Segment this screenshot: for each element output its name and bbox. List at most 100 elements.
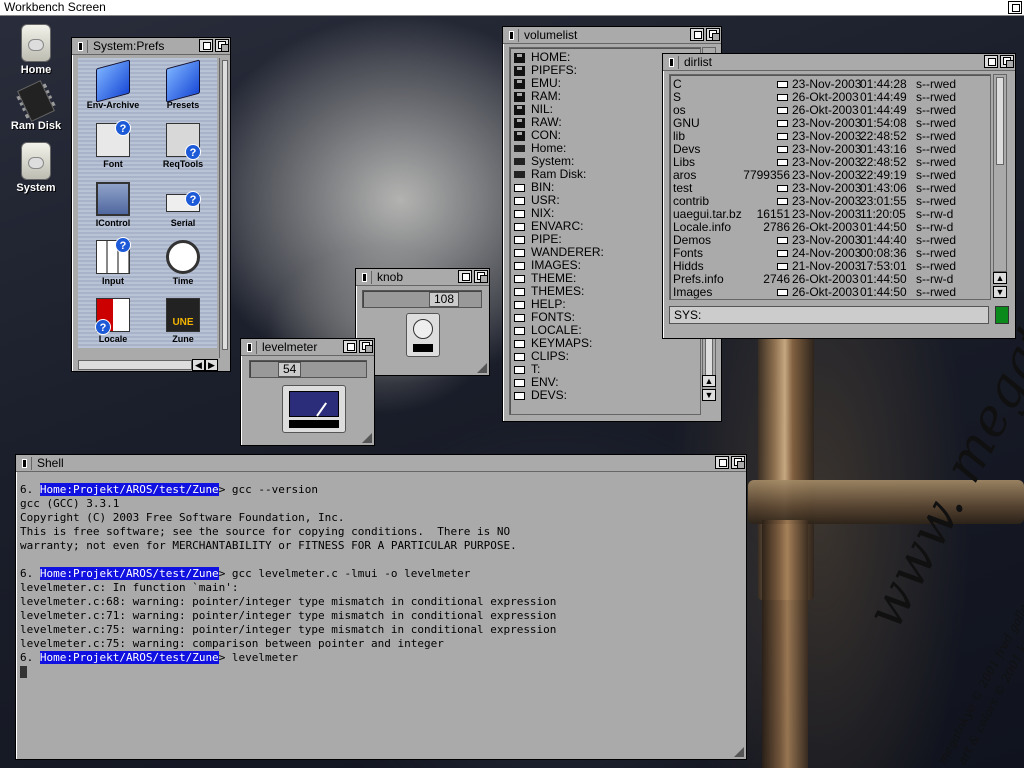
dirlist-scrollbar[interactable] [993,74,1007,272]
wallpaper-sword-handle [762,520,808,768]
file-date: 21-Nov-2003 [792,259,862,273]
file-name: test [673,182,693,195]
directory-list[interactable]: C 23-Nov-2003 01:44:28 s--rwed S 26-Okt-2003 0… [669,74,991,300]
path-input[interactable] [669,306,989,324]
volume-icon [514,171,525,178]
prefs-icon-locale[interactable]: ? Locale [78,298,148,344]
file-date: 23-Nov-2003 [792,155,862,169]
knob-dial[interactable] [406,313,440,357]
screen-title-bar[interactable]: Workbench Screen [0,0,1024,16]
input-icon: ? [96,237,131,274]
prefs-icon-input[interactable]: ? Input [78,237,148,286]
drawer-icon [777,120,788,127]
shell-console[interactable]: 6. Home:Projekt/AROS/test/Zune> gcc --ve… [20,477,744,755]
scroll-left-icon[interactable]: ◀ [192,359,205,371]
zoom-icon[interactable] [343,340,357,353]
prefs-icon-font[interactable]: ? Font [78,120,148,169]
prefs-icon-serial[interactable]: ? Serial [148,182,218,228]
prefs-titlebar[interactable]: System:Prefs [72,38,230,55]
dirlist-titlebar[interactable]: dirlist [663,54,1015,71]
volume-list-item[interactable]: DEVS: [510,389,700,402]
volumelist-titlebar[interactable]: volumelist [503,27,721,44]
drawer-icon [777,94,788,101]
assign-icon [514,196,525,205]
output-text: levelmeter.c:71: warning: pointer/intege… [20,609,557,622]
table-row[interactable]: Images 26-Okt-2003 01:44:50 s--rwed [670,286,990,299]
close-icon[interactable] [358,270,372,284]
desktop-icon-ramdisk[interactable]: Ram Disk [6,80,66,132]
depth-icon[interactable] [706,28,720,41]
scroll-down-icon[interactable]: ▼ [993,286,1007,298]
depth-icon[interactable] [731,456,745,469]
zoom-icon[interactable] [984,55,998,68]
resize-icon[interactable] [732,745,745,758]
prefs-window[interactable]: System:Prefs Env-Archive Presets ? Font … [71,37,231,372]
desktop-icon-system[interactable]: System [6,142,66,194]
file-name: os [673,104,686,117]
file-name: contrib [673,195,710,208]
shell-titlebar[interactable]: Shell [16,455,746,472]
scroll-knob[interactable] [222,60,228,350]
desktop-icon-label: Home [20,64,52,76]
desktop-icon-home[interactable]: Home [6,24,66,76]
drawer-icon [777,250,788,257]
knob-window[interactable]: knob 108 [355,268,490,376]
console-cursor-line [20,665,744,679]
prefs-icon-zune[interactable]: UNE Zune [148,298,218,344]
dirlist-window[interactable]: dirlist C 23-Nov-2003 01:44:28 s--rwed S 26-O… [662,53,1016,339]
file-name: Fonts [673,247,704,260]
zoom-icon[interactable] [458,270,472,283]
resize-icon[interactable] [360,431,373,444]
scroll-knob[interactable] [996,77,1004,165]
drawer-icon [777,133,788,140]
depth-icon[interactable] [359,340,373,353]
device-icon [514,130,525,141]
close-icon[interactable] [243,340,257,354]
volume-icon [514,145,525,152]
zoom-icon[interactable] [715,456,729,469]
file-name: Images [673,286,713,299]
zoom-icon[interactable] [690,28,704,41]
prefs-icon-icontrol[interactable]: IControl [78,182,148,228]
close-icon[interactable] [665,55,679,69]
prefs-icon-time[interactable]: Time [148,240,218,286]
file-size: 2746 [763,272,790,286]
prefs-vertical-scrollbar[interactable] [219,58,230,358]
close-icon[interactable] [18,456,32,470]
disk-icon [21,24,51,62]
file-date: 26-Okt-2003 [792,90,859,104]
scroll-up-icon[interactable]: ▲ [702,375,716,387]
resize-icon[interactable] [475,361,488,374]
depth-icon[interactable] [215,39,229,52]
prefs-icon-reqtools[interactable]: ? ReqTools [148,123,218,169]
scroll-knob[interactable] [705,338,713,378]
file-time: 11:20:05 [860,207,906,221]
device-icon [514,78,525,89]
file-protection: s--rw-d [916,272,954,286]
scroll-right-icon[interactable]: ▶ [205,359,218,371]
close-icon[interactable] [74,39,88,53]
scroll-up-icon[interactable]: ▲ [993,272,1007,284]
knob-titlebar[interactable]: knob [356,269,489,286]
prompt-number: 6. [20,651,34,664]
levelmeter-window[interactable]: levelmeter 54 [240,338,375,446]
shell-window[interactable]: Shell 6. Home:Projekt/AROS/test/Zune> gc… [15,454,747,760]
scroll-down-icon[interactable]: ▼ [702,389,716,401]
prefs-horizontal-scrollbar[interactable] [78,360,192,370]
prefs-icon-env-archive[interactable]: Env-Archive [78,59,148,110]
assign-icon [514,313,525,322]
screen-depth-icon[interactable] [1008,1,1022,14]
file-date: 23-Nov-2003 [792,129,862,143]
prefs-icon-presets[interactable]: Presets [148,59,218,110]
zoom-icon[interactable] [199,39,213,52]
levelmeter-titlebar[interactable]: levelmeter [241,339,374,356]
prefs-icon-label: Font [103,159,123,169]
prefs-icon-label: Locale [98,334,128,344]
close-icon[interactable] [505,28,519,42]
drawer-icon [777,107,788,114]
depth-icon[interactable] [1000,55,1014,68]
file-protection: s--rwed [916,90,957,104]
depth-icon[interactable] [474,270,488,283]
prefs-icon-label: ReqTools [162,159,204,169]
file-date: 26-Okt-2003 [792,285,859,299]
